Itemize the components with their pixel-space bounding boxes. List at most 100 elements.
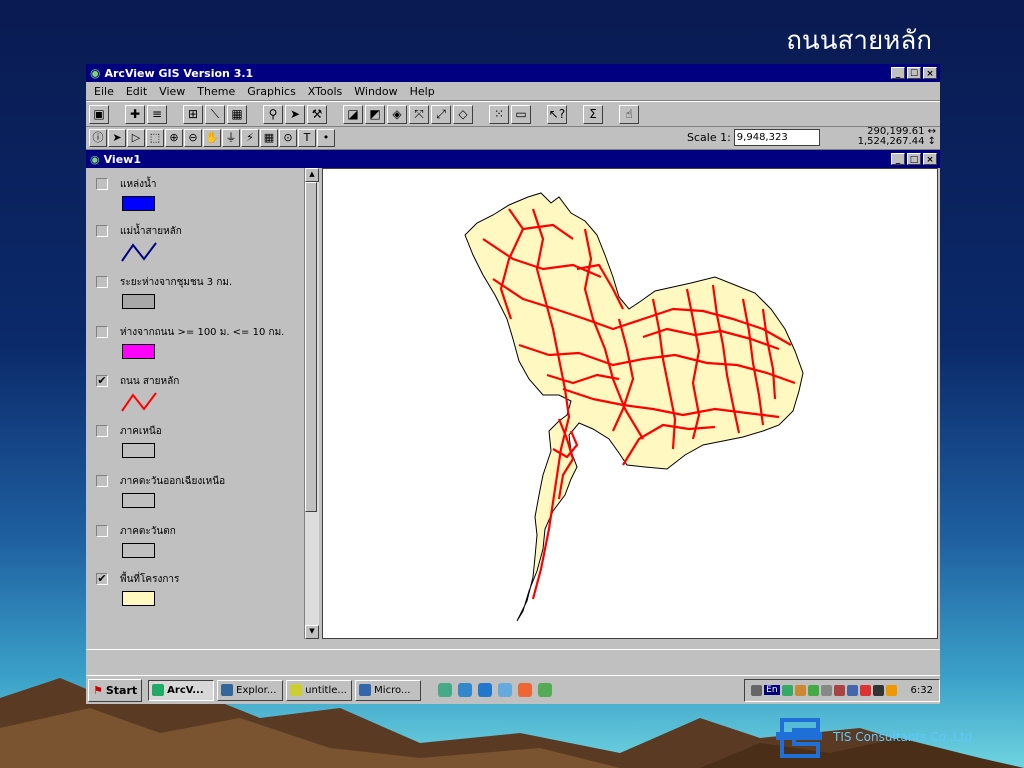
map-display[interactable] (322, 168, 938, 639)
view-minimize-button[interactable]: _ (891, 153, 905, 165)
theme-properties-icon[interactable]: ≡ (147, 104, 167, 124)
theme-checkbox[interactable] (96, 525, 108, 537)
zoom-in-tool-icon[interactable]: ⊕ (165, 129, 183, 147)
task-untitled[interactable]: untitle... (286, 679, 353, 701)
legend-item[interactable]: แหล่งน้ำ (96, 176, 157, 211)
hotlink-tool-icon[interactable]: ⚡ (241, 129, 259, 147)
menu-theme[interactable]: Theme (191, 85, 241, 98)
legend-item[interactable]: ห่างจากถนน >= 100 ม. <= 10 กม. (96, 324, 284, 359)
label-icon[interactable]: ⊙ (279, 129, 297, 147)
channel-icon[interactable] (538, 683, 553, 697)
line-symbol (121, 392, 157, 412)
task-explorer[interactable]: Explor... (217, 679, 284, 701)
search-icon[interactable] (458, 683, 473, 697)
tray-icon[interactable] (885, 684, 897, 696)
theme-checkbox[interactable]: ✔ (96, 375, 108, 387)
zoom-previous-icon[interactable]: ◇ (453, 104, 473, 124)
query-icon[interactable]: ⚒ (307, 104, 327, 124)
theme-checkbox[interactable] (96, 178, 108, 190)
view-body: แหล่งน้ำ แม่น้ำสายหลัก ระยะห่างจากชุมชน … (86, 168, 940, 639)
pointer-icon[interactable]: ➤ (108, 129, 126, 147)
scroll-down-icon[interactable]: ▼ (305, 625, 319, 639)
scroll-thumb[interactable] (305, 182, 317, 512)
zoom-out-icon[interactable]: ⤢ (431, 104, 451, 124)
scroll-up-icon[interactable]: ▲ (305, 168, 319, 182)
scale-input[interactable] (733, 129, 820, 146)
locate-icon[interactable]: ➤ (285, 104, 305, 124)
theme-checkbox[interactable]: ✔ (96, 573, 108, 585)
area-of-interest-icon[interactable]: ▦ (260, 129, 278, 147)
tray-icon[interactable] (807, 684, 819, 696)
tray-icon[interactable] (794, 684, 806, 696)
ie-icon[interactable] (478, 683, 493, 697)
desktop-icon[interactable] (438, 683, 453, 697)
menu-edit[interactable]: Edit (120, 85, 153, 98)
mail-icon[interactable] (518, 683, 533, 697)
zoom-out-tool-icon[interactable]: ⊖ (184, 129, 202, 147)
vertex-edit-icon[interactable]: ▷ (127, 129, 145, 147)
measure-icon[interactable]: ⏚ (222, 129, 240, 147)
legend-item[interactable]: ✔ พื้นที่โครงการ (96, 571, 179, 606)
draw-point-icon[interactable]: • (317, 129, 335, 147)
select-feature-icon[interactable]: ⬚ (146, 129, 164, 147)
company-logo (776, 718, 822, 758)
tool-bar: ⓘ ➤ ▷ ⬚ ⊕ ⊖ ✋ ⏚ ⚡ ▦ ⊙ T • Scale 1: 290,1… (86, 127, 940, 150)
theme-checkbox[interactable] (96, 326, 108, 338)
powerpoint-icon (359, 684, 372, 696)
tray-icon[interactable] (833, 684, 845, 696)
tray-icon[interactable] (846, 684, 858, 696)
theme-checkbox[interactable] (96, 276, 108, 288)
zoom-in-icon[interactable]: ⤧ (409, 104, 429, 124)
menu-window[interactable]: Window (348, 85, 403, 98)
tray-icon[interactable] (872, 684, 884, 696)
tray-icon[interactable] (781, 684, 793, 696)
text-icon[interactable]: T (298, 129, 316, 147)
zoom-selected-icon[interactable]: ◈ (387, 104, 407, 124)
zoom-active-icon[interactable]: ◩ (365, 104, 385, 124)
task-microsoft[interactable]: Micro... (355, 679, 422, 701)
pan-icon[interactable]: ✋ (203, 129, 221, 147)
find-icon[interactable]: ⚲ (263, 104, 283, 124)
view-close-button[interactable]: × (923, 153, 937, 165)
globe-icon: ◉ (90, 66, 101, 80)
theme-checkbox[interactable] (96, 475, 108, 487)
restore-button[interactable]: ☐ (907, 67, 921, 79)
menu-graphics[interactable]: Graphics (241, 85, 302, 98)
tray-icon[interactable] (859, 684, 871, 696)
menu-file[interactable]: Eile (88, 85, 120, 98)
theme-checkbox[interactable] (96, 225, 108, 237)
save-icon[interactable]: ▣ (89, 104, 109, 124)
open-table-icon[interactable]: ▦ (227, 104, 247, 124)
menu-view[interactable]: View (153, 85, 191, 98)
clear-select-icon[interactable]: ▭ (511, 104, 531, 124)
edit-legend-icon[interactable]: ⊞ (183, 104, 203, 124)
taskbar: ⚑ Start ArcV... Explor... untitle... Mic… (86, 675, 940, 704)
legend-item[interactable]: ภาคตะวันตก (96, 523, 176, 558)
table-icon[interactable]: ⟍ (205, 104, 225, 124)
menu-help[interactable]: Help (404, 85, 441, 98)
network-icon[interactable] (498, 683, 513, 697)
language-indicator[interactable]: En (764, 685, 780, 695)
legend-item[interactable]: ✔ ถนน สายหลัก (96, 373, 179, 416)
close-button[interactable]: × (923, 67, 937, 79)
legend-item[interactable]: ภาคเหนือ (96, 423, 162, 458)
task-arcview[interactable]: ArcV... (148, 679, 215, 701)
view-maximize-button[interactable]: □ (907, 153, 921, 165)
tray-icon[interactable] (820, 684, 832, 696)
menu-xtools[interactable]: XTools (302, 85, 348, 98)
start-button[interactable]: ⚑ Start (88, 678, 143, 702)
legend-item[interactable]: ภาคตะวันออกเฉียงเหนือ (96, 473, 225, 508)
legend-scrollbar[interactable]: ▲ ▼ (304, 168, 319, 639)
hotlink-icon[interactable]: ☝ (619, 104, 639, 124)
theme-checkbox[interactable] (96, 425, 108, 437)
summarize-icon[interactable]: Σ (583, 104, 603, 124)
select-all-icon[interactable]: ⁙ (489, 104, 509, 124)
add-theme-icon[interactable]: ✚ (125, 104, 145, 124)
minimize-button[interactable]: _ (891, 67, 905, 79)
zoom-full-icon[interactable]: ◪ (343, 104, 363, 124)
identify-icon[interactable]: ⓘ (89, 129, 107, 147)
legend-item[interactable]: แม่น้ำสายหลัก (96, 223, 182, 266)
legend-item[interactable]: ระยะห่างจากชุมชน 3 กม. (96, 274, 232, 309)
tray-icon[interactable] (751, 684, 763, 696)
help-icon[interactable]: ↖? (547, 104, 567, 124)
